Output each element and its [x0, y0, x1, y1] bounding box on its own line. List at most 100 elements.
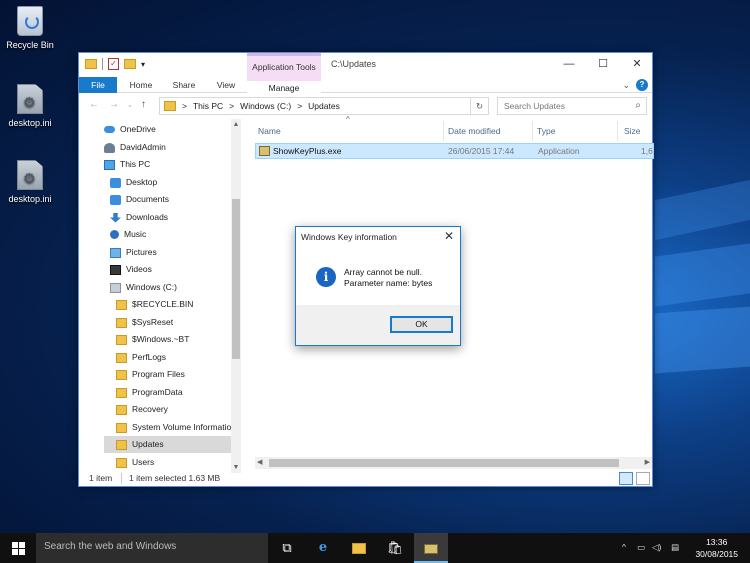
column-header-type[interactable]: Type	[537, 123, 555, 139]
tab-share[interactable]: Share	[167, 77, 201, 93]
tab-view[interactable]: View	[209, 77, 243, 93]
network-icon[interactable]: ▭	[637, 542, 645, 553]
minimize-button[interactable]: —	[552, 53, 586, 77]
task-view-icon[interactable]: ⧉	[270, 533, 304, 563]
file-row[interactable]: ShowKeyPlus.exe 26/06/2015 17:44 Applica…	[255, 143, 654, 159]
sidebar-item-music[interactable]: Music	[110, 226, 146, 243]
chevron-down-icon[interactable]: ⌄	[622, 80, 630, 91]
start-button[interactable]	[0, 533, 36, 563]
edge-browser-icon[interactable]: e	[306, 533, 340, 563]
application-tools-context-tab: Application Tools Manage	[247, 53, 321, 96]
videos-icon	[110, 264, 121, 275]
new-folder-icon[interactable]	[124, 59, 136, 69]
taskbar: Search the web and Windows ⧉ e 🛍 ^ ▭ ◁) …	[0, 533, 750, 563]
large-icons-view-icon[interactable]	[636, 472, 650, 485]
maximize-button[interactable]: ☐	[586, 53, 620, 77]
taskbar-search-input[interactable]: Search the web and Windows	[36, 533, 268, 563]
folder-icon	[164, 101, 176, 111]
tab-manage[interactable]: Manage	[247, 81, 321, 96]
folder-icon	[116, 439, 127, 450]
sidebar-item-desktop[interactable]: Desktop	[110, 174, 157, 191]
scroll-right-icon[interactable]: ▶	[645, 457, 650, 469]
sidebar-item-system-volume-information[interactable]: System Volume Informatio	[116, 419, 231, 436]
folder-icon	[116, 352, 127, 363]
properties-icon[interactable]: ✓	[108, 58, 119, 70]
windows-logo-icon	[12, 549, 18, 555]
search-input[interactable]: Search Updates ⌕	[497, 97, 647, 115]
forward-arrow-icon[interactable]: →	[109, 99, 119, 110]
folder-icon	[116, 334, 127, 345]
title-bar[interactable]: ✓ ▾ C:\Updates — ☐ ✕	[79, 53, 652, 77]
tab-home[interactable]: Home	[123, 77, 159, 93]
divider	[443, 121, 444, 141]
volume-icon[interactable]: ◁)	[652, 542, 661, 553]
recent-locations-icon[interactable]: ⌄	[127, 101, 133, 109]
customize-toolbar-icon[interactable]: ▾	[141, 60, 145, 69]
folder-icon	[116, 299, 127, 310]
scroll-up-icon[interactable]: ▲	[231, 121, 241, 128]
sidebar-item-program-files[interactable]: Program Files	[116, 366, 185, 383]
desktop-icon-recycle-bin[interactable]: Recycle Bin	[0, 6, 60, 50]
desktop-icon-desktop-ini-2[interactable]: desktop.ini	[0, 160, 60, 204]
details-view-icon[interactable]	[619, 472, 633, 485]
sidebar-item-recycle-bin-folder[interactable]: $RECYCLE.BIN	[116, 296, 193, 313]
divider	[102, 58, 103, 70]
drive-icon	[110, 282, 121, 293]
clock[interactable]: 13:36 30/08/2015	[695, 536, 738, 560]
back-arrow-icon[interactable]: ←	[89, 99, 99, 110]
chevron-up-icon[interactable]: ^	[622, 542, 626, 552]
sidebar-item-windows-c[interactable]: Windows (C:)	[110, 279, 177, 296]
breadcrumb-this-pc[interactable]: This PC	[193, 101, 223, 111]
navigation-scrollbar[interactable]: ▲ ▼	[231, 119, 241, 473]
sidebar-item-pictures[interactable]: Pictures	[110, 244, 157, 261]
folder-icon	[116, 422, 127, 433]
column-header-date-modified[interactable]: Date modified	[448, 123, 500, 139]
notifications-icon[interactable]: ▤	[671, 542, 679, 553]
column-header-name[interactable]: Name	[258, 123, 281, 139]
help-icon[interactable]: ?	[636, 79, 648, 91]
folder-icon	[116, 387, 127, 398]
desktop-icon-label: Recycle Bin	[6, 40, 54, 50]
recycle-bin-icon	[17, 6, 43, 36]
sidebar-item-davidadmin[interactable]: DavidAdmin	[104, 139, 166, 156]
dialog-message-line: Array cannot be null.	[344, 267, 422, 277]
message-dialog: Windows Key information ✕ i Array cannot…	[295, 226, 461, 346]
sidebar-item-downloads[interactable]: Downloads	[110, 209, 168, 226]
close-icon[interactable]: ✕	[444, 229, 454, 243]
sidebar-item-sysreset[interactable]: $SysReset	[116, 314, 173, 331]
horizontal-scrollbar[interactable]: ◀ ▶	[255, 457, 652, 469]
sidebar-item-windows-bt[interactable]: $Windows.~BT	[116, 331, 189, 348]
sidebar-item-onedrive[interactable]: OneDrive	[104, 121, 156, 138]
breadcrumb-updates[interactable]: Updates	[308, 101, 340, 111]
breadcrumb-windows-c[interactable]: Windows (C:)	[240, 101, 291, 111]
desktop-icon-label: desktop.ini	[8, 118, 52, 128]
up-arrow-icon[interactable]: ↑	[141, 99, 146, 110]
sidebar-item-perflogs[interactable]: PerfLogs	[116, 349, 166, 366]
sidebar-item-this-pc[interactable]: This PC	[104, 156, 150, 173]
close-button[interactable]: ✕	[620, 53, 654, 77]
sidebar-item-documents[interactable]: Documents	[110, 191, 169, 208]
sidebar-item-videos[interactable]: Videos	[110, 261, 152, 278]
file-explorer-taskbar-icon[interactable]	[342, 533, 376, 563]
scrollbar-thumb[interactable]	[269, 459, 619, 467]
scrollbar-thumb[interactable]	[232, 199, 240, 359]
showkeyplus-taskbar-icon[interactable]	[414, 533, 448, 563]
refresh-icon[interactable]: ↻	[470, 98, 488, 114]
wallpaper-beam	[655, 243, 750, 307]
clock-time: 13:36	[706, 537, 728, 547]
ribbon-tabs: File Home Share View ⌄ ?	[79, 77, 652, 93]
sidebar-item-updates[interactable]: Updates	[104, 436, 231, 453]
sidebar-item-recovery[interactable]: Recovery	[116, 401, 168, 418]
scroll-down-icon[interactable]: ▼	[231, 464, 241, 471]
desktop-icon-label: desktop.ini	[8, 194, 52, 204]
scroll-left-icon[interactable]: ◀	[257, 457, 262, 469]
ok-button[interactable]: OK	[390, 316, 453, 333]
sidebar-item-programdata[interactable]: ProgramData	[116, 384, 183, 401]
address-bar[interactable]: > This PC > Windows (C:) > Updates ↻	[159, 97, 489, 115]
sidebar-item-users[interactable]: Users	[116, 454, 154, 471]
tab-file[interactable]: File	[79, 77, 117, 93]
column-header-size[interactable]: Size	[624, 123, 641, 139]
documents-folder-icon	[110, 194, 121, 205]
store-icon[interactable]: 🛍	[378, 533, 412, 563]
desktop-icon-desktop-ini[interactable]: desktop.ini	[0, 84, 60, 128]
